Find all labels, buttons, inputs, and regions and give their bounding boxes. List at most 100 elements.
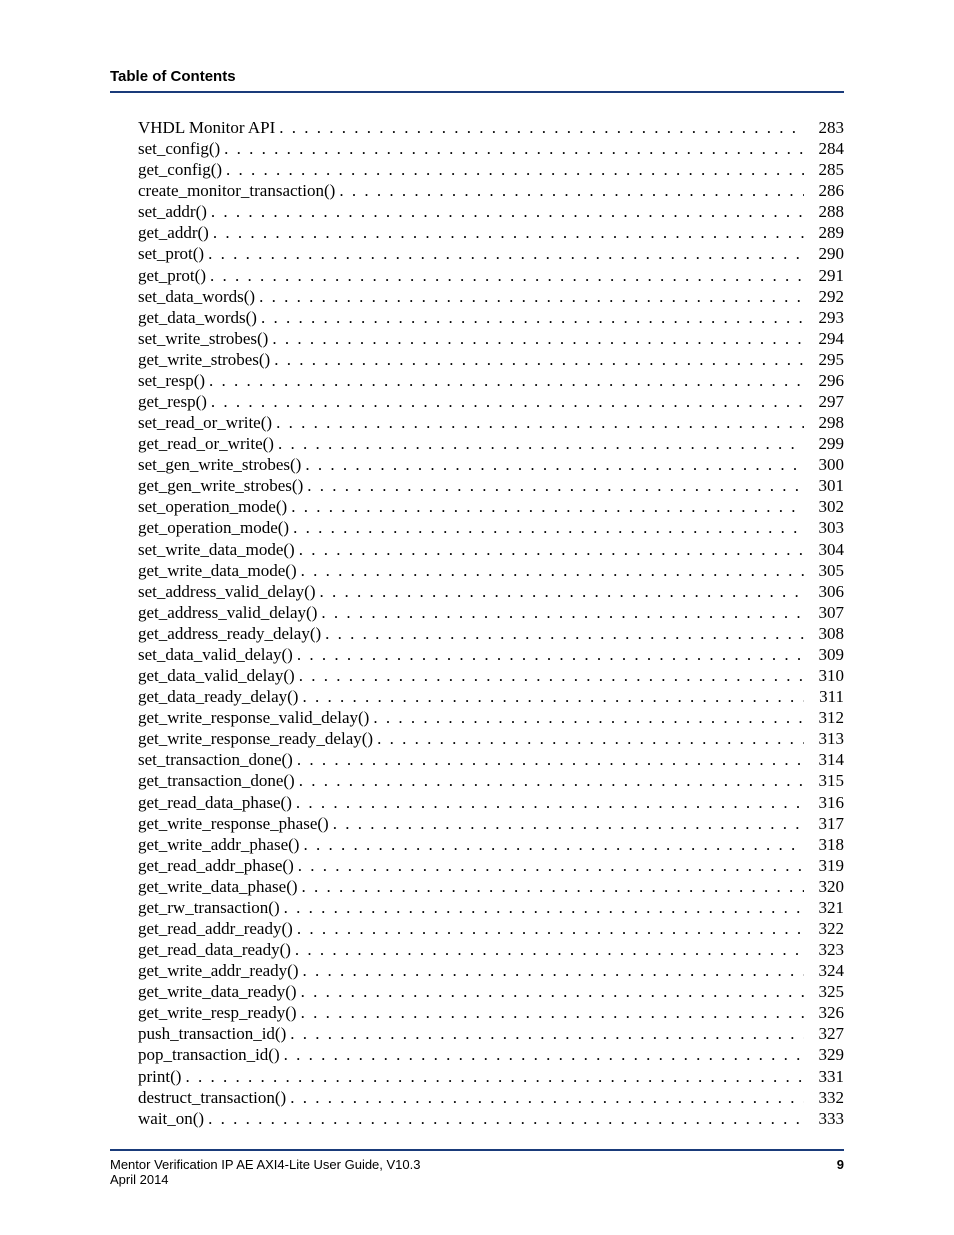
toc-entry[interactable]: get_resp() 297 — [138, 391, 844, 412]
toc-entry[interactable]: get_data_valid_delay()310 — [138, 665, 844, 686]
toc-leader-dots — [255, 286, 804, 307]
toc-entry-label: get_write_response_phase() — [138, 813, 329, 834]
toc-entry[interactable]: set_prot()290 — [138, 243, 844, 264]
toc-entry-page: 286 — [804, 180, 844, 201]
toc-entry-page: 304 — [804, 539, 844, 560]
toc-entry-label: pop_transaction_id() — [138, 1044, 280, 1065]
toc-entry-label: get_address_valid_delay() — [138, 602, 317, 623]
toc-leader-dots — [373, 728, 804, 749]
toc-entry[interactable]: get_address_valid_delay() 307 — [138, 602, 844, 623]
toc-leader-dots — [289, 517, 804, 538]
toc-entry[interactable]: set_operation_mode()302 — [138, 496, 844, 517]
toc-entry-page: 316 — [804, 792, 844, 813]
toc-entry-page: 299 — [804, 433, 844, 454]
toc-entry-page: 293 — [804, 307, 844, 328]
toc-entry[interactable]: set_addr()288 — [138, 201, 844, 222]
toc-entry[interactable]: get_read_data_phase()316 — [138, 792, 844, 813]
footer: Mentor Verification IP AE AXI4-Lite User… — [110, 1149, 844, 1187]
toc-entry[interactable]: get_config()285 — [138, 159, 844, 180]
toc-entry-page: 291 — [804, 265, 844, 286]
toc-entry-label: get_data_valid_delay() — [138, 665, 295, 686]
toc-entry-page: 297 — [804, 391, 844, 412]
toc-entry[interactable]: get_write_data_mode()305 — [138, 560, 844, 581]
toc-entry[interactable]: get_transaction_done()315 — [138, 770, 844, 791]
toc-entry[interactable]: get_address_ready_delay()308 — [138, 623, 844, 644]
toc-entry-page: 317 — [804, 813, 844, 834]
toc-entry[interactable]: set_data_valid_delay()309 — [138, 644, 844, 665]
toc-entry[interactable]: get_gen_write_strobes() 301 — [138, 475, 844, 496]
toc-leader-dots — [298, 876, 804, 897]
toc-entry-page: 307 — [804, 602, 844, 623]
toc-entry[interactable]: set_config()284 — [138, 138, 844, 159]
toc-entry[interactable]: set_gen_write_strobes()300 — [138, 454, 844, 475]
toc-entry[interactable]: get_addr()289 — [138, 222, 844, 243]
toc-entry-label: get_resp() — [138, 391, 207, 412]
toc-entry[interactable]: wait_on() 333 — [138, 1108, 844, 1129]
toc-leader-dots — [205, 370, 804, 391]
toc-entry-label: set_resp() — [138, 370, 205, 391]
toc-entry[interactable]: get_data_ready_delay()311 — [138, 686, 844, 707]
toc-entry[interactable]: set_transaction_done()314 — [138, 749, 844, 770]
toc-entry-page: 283 — [804, 117, 844, 138]
toc-entry-label: get_write_addr_ready() — [138, 960, 298, 981]
toc-leader-dots — [280, 897, 804, 918]
toc-entry-page: 305 — [804, 560, 844, 581]
toc-entry[interactable]: destruct_transaction()332 — [138, 1087, 844, 1108]
toc-entry[interactable]: get_read_data_ready()323 — [138, 939, 844, 960]
toc-entry[interactable]: create_monitor_transaction()286 — [138, 180, 844, 201]
toc-entry-label: wait_on() — [138, 1108, 204, 1129]
toc-entry-label: get_address_ready_delay() — [138, 623, 321, 644]
toc-entry-page: 303 — [804, 517, 844, 538]
toc-leader-dots — [303, 475, 804, 496]
toc-entry[interactable]: get_write_addr_phase()318 — [138, 834, 844, 855]
toc-entry[interactable]: pop_transaction_id()329 — [138, 1044, 844, 1065]
toc-list: VHDL Monitor API283set_config()284get_co… — [138, 117, 844, 1129]
toc-entry-label: get_operation_mode() — [138, 517, 289, 538]
toc-entry[interactable]: get_read_addr_phase() 319 — [138, 855, 844, 876]
toc-leader-dots — [369, 707, 804, 728]
toc-entry[interactable]: set_address_valid_delay()306 — [138, 581, 844, 602]
toc-entry[interactable]: set_data_words()292 — [138, 286, 844, 307]
toc-entry[interactable]: get_write_data_phase()320 — [138, 876, 844, 897]
toc-entry[interactable]: get_read_addr_ready()322 — [138, 918, 844, 939]
toc-entry-page: 306 — [804, 581, 844, 602]
toc-entry-label: get_write_addr_phase() — [138, 834, 299, 855]
toc-entry[interactable]: get_write_addr_ready()324 — [138, 960, 844, 981]
toc-entry-page: 301 — [804, 475, 844, 496]
toc-entry-page: 319 — [804, 855, 844, 876]
toc-entry-label: set_operation_mode() — [138, 496, 287, 517]
toc-entry[interactable]: print() 331 — [138, 1066, 844, 1087]
toc-leader-dots — [295, 770, 804, 791]
toc-entry[interactable]: set_read_or_write()298 — [138, 412, 844, 433]
toc-entry[interactable]: push_transaction_id()327 — [138, 1023, 844, 1044]
toc-leader-dots — [274, 433, 804, 454]
toc-entry[interactable]: get_prot()291 — [138, 265, 844, 286]
toc-entry-page: 292 — [804, 286, 844, 307]
toc-entry[interactable]: set_write_data_mode()304 — [138, 539, 844, 560]
toc-entry[interactable]: get_data_words()293 — [138, 307, 844, 328]
toc-entry-page: 309 — [804, 644, 844, 665]
toc-leader-dots — [294, 855, 804, 876]
toc-leader-dots — [292, 792, 804, 813]
toc-entry[interactable]: get_write_response_ready_delay()313 — [138, 728, 844, 749]
toc-entry-label: set_write_strobes() — [138, 328, 268, 349]
toc-entry-label: get_gen_write_strobes() — [138, 475, 303, 496]
toc-entry-label: get_write_response_valid_delay() — [138, 707, 369, 728]
toc-entry[interactable]: get_write_strobes()295 — [138, 349, 844, 370]
toc-entry[interactable]: VHDL Monitor API283 — [138, 117, 844, 138]
toc-entry-label: get_read_addr_phase() — [138, 855, 294, 876]
toc-entry[interactable]: set_write_strobes()294 — [138, 328, 844, 349]
toc-entry[interactable]: set_resp()296 — [138, 370, 844, 391]
toc-entry[interactable]: get_write_response_valid_delay()312 — [138, 707, 844, 728]
toc-entry-page: 333 — [804, 1108, 844, 1129]
toc-entry[interactable]: get_read_or_write()299 — [138, 433, 844, 454]
toc-leader-dots — [270, 349, 804, 370]
toc-entry[interactable]: get_rw_transaction()321 — [138, 897, 844, 918]
toc-entry[interactable]: get_write_resp_ready()326 — [138, 1002, 844, 1023]
toc-entry[interactable]: get_write_response_phase() 317 — [138, 813, 844, 834]
toc-entry-label: print() — [138, 1066, 181, 1087]
toc-entry[interactable]: get_operation_mode() 303 — [138, 517, 844, 538]
toc-entry[interactable]: get_write_data_ready()325 — [138, 981, 844, 1002]
toc-leader-dots — [321, 623, 804, 644]
toc-entry-page: 331 — [804, 1066, 844, 1087]
